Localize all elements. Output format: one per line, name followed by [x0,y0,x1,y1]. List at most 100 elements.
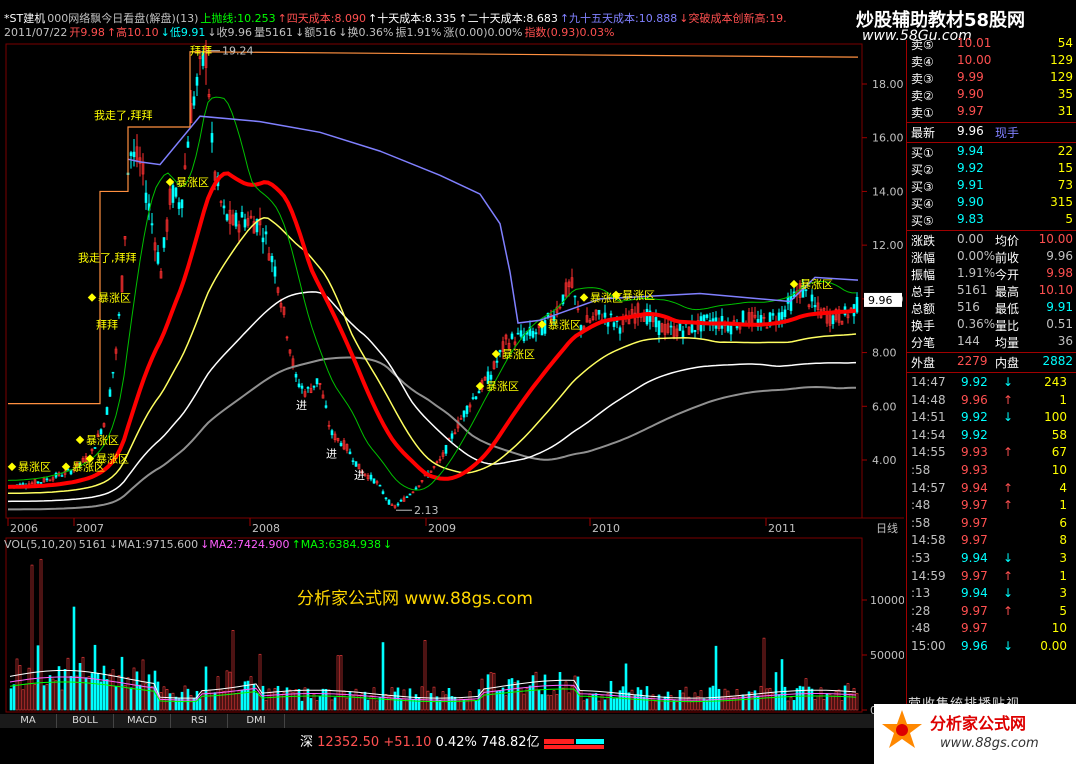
tick-arrow: ↓ [1003,639,1014,653]
buy-level-row: 买① 9.94 22 [911,144,1073,161]
volume-bar [297,689,301,711]
current-price-tag: 9.96 [868,294,893,307]
volume-header: VOL(5,10,20) 5161 ↓MA1:9715.600 ↓MA2:7424.9… [4,538,394,551]
stat-value: 10.00 [1038,232,1073,246]
volume-bar [360,693,364,711]
stat-value: 0.00% [957,249,996,263]
volume-bar [291,692,295,711]
volume-bar [15,658,19,711]
candle-body [678,323,682,331]
high-price-label: 19.24 [222,45,254,58]
tick-arrow: ↑ [1003,392,1014,407]
row-value: 9.99 [957,70,984,84]
volume-bar [186,688,190,711]
signal-diamond-icon [7,462,17,471]
tick-time: 15:00 [911,639,946,653]
tick-volume: 1 [1059,498,1067,513]
row-label: 买④ [911,197,934,211]
volume-bar [102,665,106,711]
y-tick-label: 6.00 [872,400,897,413]
row-label: 卖① [911,106,934,120]
candle-body [729,325,733,335]
volume-bar [708,687,712,711]
latest-label: 最新 [911,126,936,140]
volume-bar [627,692,631,711]
row-volume: 35 [1057,87,1073,101]
stat-label: 均价 [995,234,1020,248]
star-logo-icon [882,710,922,748]
volume-bar [138,684,142,711]
volume-bar [723,688,727,711]
tab-boll[interactable]: BOLL [57,714,114,728]
candle-body [240,211,244,218]
stat-label: 换手 [911,319,936,333]
row-label: 卖② [911,89,934,103]
volume-bars-group [9,558,859,711]
candle-body [45,478,49,481]
candle-body [234,212,238,227]
tick-time: 14:51 [911,410,946,425]
logo-url: www.88gs.com [940,736,1039,751]
period-label: 日线 [876,521,898,535]
volume-bar [336,655,340,711]
volume-chart[interactable]: 100000500000 [0,536,904,714]
tick-volume: 1 [1059,392,1067,407]
stat-row: 分笔 144 均量 36 [911,334,1073,351]
tab-macd[interactable]: MACD [114,714,171,728]
candle-body [669,325,673,328]
index-name: 深 [300,735,314,750]
volume-bar [93,644,97,711]
volume-bar [651,694,655,711]
chart-annotation: 暴涨区 [98,292,131,305]
volume-bar [150,686,154,711]
vol-tick-label: 50000 [870,649,904,662]
candle-body [300,385,304,389]
ma-gray-line [8,356,857,511]
volume-bar [453,696,457,711]
candle-body [471,397,475,399]
volume-bar [78,663,82,711]
tick-row: 15:00 9.96 ↓ 0.00 [911,639,1073,656]
volume-bar [198,698,202,711]
candle-body [450,433,454,439]
chart-annotation: 进 [354,469,365,482]
tab-rsi[interactable]: RSI [171,714,228,728]
candle-body [270,255,274,263]
candle-body [297,383,301,387]
tick-price: 9.94 [961,586,988,601]
volume-bar [204,666,208,711]
candle-body [510,333,514,339]
volume-bar [399,699,403,711]
candle-body [381,491,385,494]
tick-row: 14:51 9.92 ↓ 100 [911,410,1073,427]
candle-body [477,391,481,394]
candle-body [150,223,154,226]
tick-arrow: ↓ [1003,410,1014,425]
index-ticker: 深 12352.50 +51.10 0.42% 748.82亿 [300,731,606,750]
stat-value: 9.96 [1046,249,1073,263]
tick-row: 14:58 9.97 8 [911,533,1073,550]
tab-ma[interactable]: MA [0,714,57,728]
header-item: ↓额516 [295,26,337,39]
volume-bar [315,700,319,711]
sell-level-row: 卖① 9.97 31 [911,104,1073,121]
volume-bar [162,686,166,711]
volume-bar [306,688,310,711]
volume-bar [255,693,259,711]
volume-bar [819,687,823,711]
candle-body [786,296,790,304]
candle-body [222,205,226,209]
volume-bar [144,683,148,711]
volume-bar [378,697,382,711]
candle-body [657,320,661,335]
candle-body [174,187,178,197]
volume-bar [594,693,598,711]
tab-dmi[interactable]: DMI [228,714,285,728]
volume-bar [783,686,787,711]
volume-bar [528,685,532,711]
index-pct: 0.42% [435,735,477,750]
volume-bar [39,558,43,711]
volume-bar [603,699,607,711]
volume-bar [840,700,844,711]
kline-chart[interactable]: 18.0016.0014.0012.0010.008.006.004.00200… [0,40,904,540]
